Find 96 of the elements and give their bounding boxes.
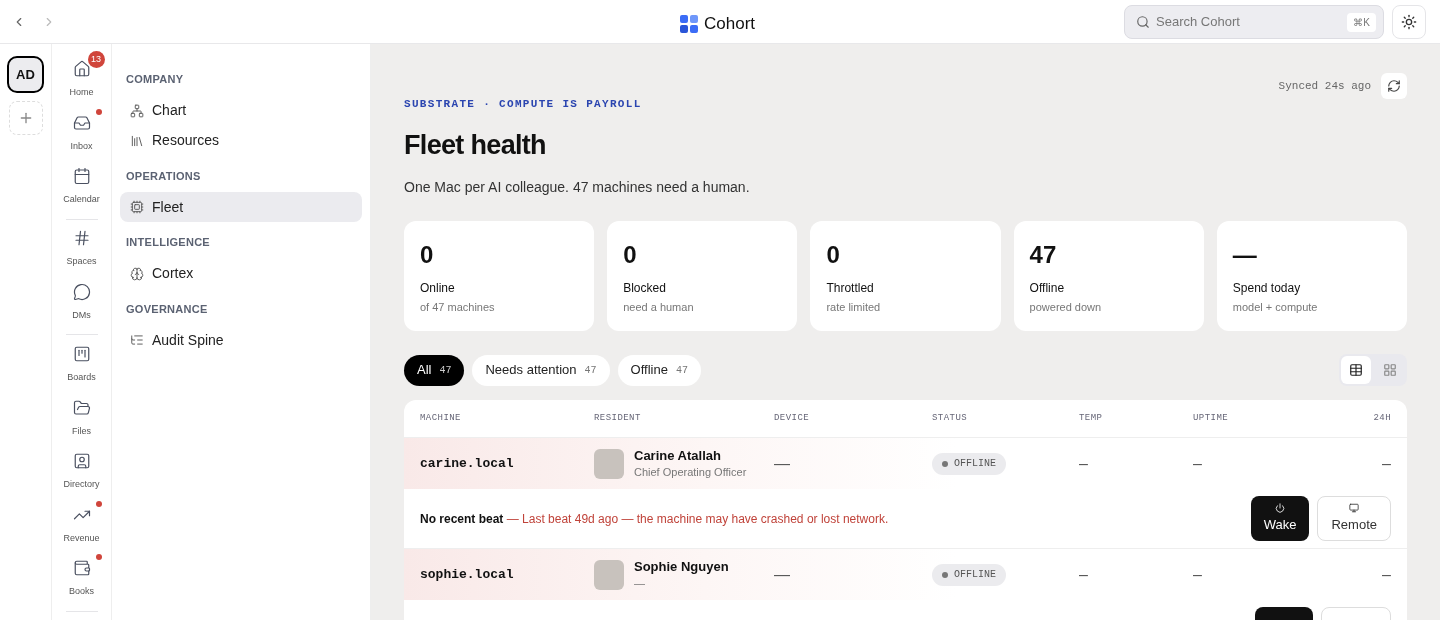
- table-cell-text: –: [1382, 564, 1391, 585]
- table-cell-text: —: [774, 453, 791, 474]
- stat-value: 0: [420, 241, 435, 269]
- rail-item[interactable]: Spaces: [53, 227, 110, 281]
- home-icon: [72, 60, 91, 78]
- wake-button[interactable]: Wake: [1250, 496, 1310, 541]
- sidebar-item[interactable]: Audit Spine: [120, 325, 362, 355]
- column-header: 24H: [1373, 411, 1391, 425]
- contact-card-icon: [72, 452, 91, 471]
- power-icon: [1275, 502, 1286, 513]
- rail-item[interactable]: Inbox: [53, 111, 110, 165]
- rail-item[interactable]: Boards: [53, 343, 110, 397]
- list-icon: [130, 333, 144, 347]
- rail-item[interactable]: Books: [53, 557, 110, 611]
- filter-tab[interactable]: Needs attention 47: [472, 354, 610, 386]
- filter-tab[interactable]: All 47: [404, 354, 465, 386]
- stat-label: Blocked: [623, 280, 667, 297]
- rail-item[interactable]: Home 13: [53, 50, 110, 112]
- rail-item[interactable]: Directory: [53, 450, 110, 504]
- table-icon: [1349, 363, 1363, 377]
- table-cell-text: –: [1079, 453, 1089, 474]
- stat-value: —: [1232, 241, 1258, 269]
- stat-value: 0: [623, 241, 638, 269]
- stat-note: powered down: [1029, 300, 1103, 315]
- alert-message: No recent beat — Last beat 49d ago — the machine may have crashed or lost network.: [420, 510, 889, 528]
- stat-note: rate limited: [826, 300, 882, 315]
- table-cell-text: —: [774, 564, 791, 585]
- refresh-button[interactable]: [1381, 73, 1407, 99]
- rail-item[interactable]: Calendar: [53, 165, 110, 219]
- remote-button[interactable]: Remote: [1317, 496, 1391, 541]
- stat-value: 47: [1029, 241, 1058, 269]
- table-cell-text: –: [1193, 564, 1203, 585]
- column-header: DEVICE: [774, 411, 811, 425]
- rail-item[interactable]: Files: [53, 396, 110, 451]
- section-heading: INTELLIGENCE: [125, 235, 211, 250]
- column-header: STATUS: [932, 411, 969, 425]
- stat-label: Spend today: [1232, 280, 1302, 297]
- stat-note: need a human: [623, 300, 695, 315]
- brain-icon: [130, 266, 144, 281]
- search-icon: [1136, 14, 1150, 29]
- workspace-avatar[interactable]: AD: [7, 56, 44, 93]
- refresh-icon: [1387, 79, 1401, 93]
- board-icon: [72, 345, 91, 364]
- sidebar-item[interactable]: Fleet: [120, 192, 362, 222]
- machine-name: carine.local: [420, 454, 515, 473]
- status-pill: OFFLINE: [932, 563, 1006, 586]
- sidebar-item[interactable]: Resources: [120, 125, 362, 156]
- sidebar-item[interactable]: Chart: [120, 95, 362, 126]
- chat-bubble-icon: [72, 283, 91, 301]
- section-heading: GOVERNANCE: [125, 301, 209, 317]
- wallet-icon: [72, 559, 91, 578]
- column-header: MACHINE: [420, 411, 462, 425]
- notification-badge: 13: [87, 51, 105, 68]
- machine-name: sophie.local: [420, 565, 515, 584]
- grid-icon: [1383, 363, 1397, 377]
- org-chart-icon: [130, 103, 144, 118]
- stat-label: Throttled: [826, 280, 875, 297]
- resident-role: —: [634, 575, 646, 591]
- table-view-button[interactable]: [1341, 356, 1371, 384]
- table-cell-text: –: [1193, 453, 1203, 474]
- stat-note: model + compute: [1232, 300, 1319, 315]
- stat-label: Online: [420, 280, 456, 297]
- monitor-icon: [1349, 502, 1360, 513]
- column-header: UPTIME: [1193, 411, 1230, 425]
- stat-note: of 47 machines: [420, 300, 496, 315]
- status-pill: OFFLINE: [932, 452, 1006, 475]
- hash-icon: [72, 229, 91, 248]
- resident-name: Sophie Nguyen: [634, 558, 729, 575]
- page-subtitle: One Mac per AI colleague. 47 machines need a human.: [404, 178, 751, 197]
- stat-label: Offline: [1029, 280, 1066, 297]
- avatar-placeholder: [594, 559, 624, 590]
- inbox-icon: [72, 113, 91, 132]
- library-icon: [130, 133, 144, 148]
- chip-icon: [130, 200, 144, 214]
- filter-tab[interactable]: Offline 47: [617, 354, 701, 386]
- sidebar-item[interactable]: Cortex: [120, 258, 362, 289]
- column-header: TEMP: [1079, 411, 1104, 425]
- rail-item[interactable]: DMs: [53, 281, 110, 335]
- sync-status: Synced 24s ago: [1278, 78, 1371, 94]
- resident-name: Carine Atallah: [634, 447, 722, 464]
- sun-icon: [1401, 13, 1417, 30]
- folder-icon: [72, 398, 91, 417]
- eyebrow-text: SUBSTRATE · COMPUTE IS PAYROLL: [404, 97, 643, 112]
- calendar-icon: [72, 167, 91, 185]
- resident-role: Chief Operating Officer: [634, 464, 747, 480]
- logo-icon: [680, 14, 698, 33]
- section-heading: COMPANY: [125, 72, 185, 87]
- theme-toggle[interactable]: [1392, 4, 1426, 39]
- table-cell-text: –: [1382, 453, 1391, 474]
- avatar-placeholder: [594, 448, 624, 479]
- section-heading: OPERATIONS: [125, 168, 202, 184]
- table-cell-text: –: [1079, 564, 1089, 585]
- page-title: Fleet health: [404, 128, 547, 162]
- column-header: RESIDENT: [594, 411, 642, 425]
- brand-name: Cohort: [704, 13, 756, 35]
- stat-value: 0: [826, 241, 841, 269]
